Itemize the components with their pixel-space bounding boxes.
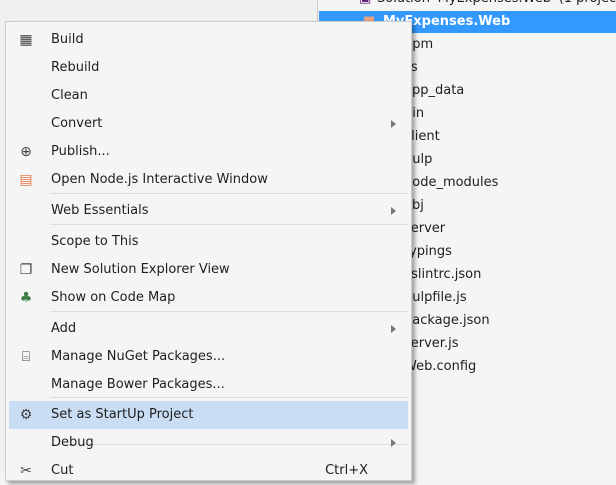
menu-item-label: Rebuild	[51, 60, 100, 75]
node-window-icon: ▤	[19, 172, 33, 188]
menu-item-label: Publish...	[51, 144, 110, 159]
menu-item-label: Open Node.js Interactive Window	[51, 172, 268, 187]
nuget-icon: ⌸	[21, 349, 31, 365]
menu-item-manage-nuget-packages[interactable]: ⌸ Manage NuGet Packages...	[9, 343, 408, 371]
code-map-icon: ♣	[19, 290, 33, 306]
menu-item-label: Set as StartUp Project	[51, 407, 194, 422]
menu-item-label: Scope to This	[51, 234, 139, 249]
context-menu: ▦ Build Rebuild Clean Convert ⊕ Publish... ▤ Ope…	[5, 21, 412, 481]
build-icon: ▦	[19, 32, 33, 48]
menu-item-label: Web Essentials	[51, 203, 149, 218]
menu-item-build[interactable]: ▦ Build	[9, 26, 408, 54]
menu-item-show-on-code-map[interactable]: ♣ Show on Code Map	[9, 284, 408, 312]
shortcut-label: Ctrl+X	[325, 463, 368, 478]
menu-item-scope-to-this[interactable]: Scope to This	[9, 228, 408, 256]
menu-item-label: Show on Code Map	[51, 290, 176, 305]
cut-icon: ✂	[20, 463, 32, 479]
menu-item-cut[interactable]: ✂ Cut Ctrl+X	[9, 457, 408, 485]
publish-icon: ⊕	[20, 144, 32, 160]
menu-item-add[interactable]: Add	[9, 315, 408, 343]
menu-item-label: Clean	[51, 88, 88, 103]
submenu-arrow-icon	[391, 120, 396, 128]
menu-item-label: Add	[51, 321, 77, 336]
gear-icon: ⚙	[19, 407, 33, 423]
menu-item-label: Build	[51, 32, 84, 47]
submenu-arrow-icon	[391, 207, 396, 215]
menu-item-open-node-js-interactive-window[interactable]: ▤ Open Node.js Interactive Window	[9, 166, 408, 194]
menu-item-manage-bower-packages[interactable]: Manage Bower Packages...	[9, 371, 408, 399]
submenu-arrow-icon	[391, 439, 396, 447]
submenu-arrow-icon	[391, 325, 396, 333]
menu-item-new-solution-explorer-view[interactable]: ❐ New Solution Explorer View	[9, 256, 408, 284]
menu-item-set-as-startup-project[interactable]: ⚙ Set as StartUp Project	[9, 401, 408, 429]
menu-item-web-essentials[interactable]: Web Essentials	[9, 197, 408, 225]
tree-item-solution[interactable]: ▣Solution 'MyExpenses.Web' (1 project)	[319, 0, 616, 10]
menu-item-rebuild[interactable]: Rebuild	[9, 54, 408, 82]
menu-item-label: Cut	[51, 463, 74, 478]
menu-item-convert[interactable]: Convert	[9, 110, 408, 138]
new-view-icon: ❐	[19, 262, 33, 278]
menu-item-label: Convert	[51, 116, 103, 131]
menu-item-publish[interactable]: ⊕ Publish...	[9, 138, 408, 166]
menu-item-clean[interactable]: Clean	[9, 82, 408, 110]
solution-icon: ▣	[359, 0, 371, 10]
menu-item-label: New Solution Explorer View	[51, 262, 230, 277]
menu-item-label: Debug	[51, 435, 94, 450]
menu-item-label: Manage Bower Packages...	[51, 377, 225, 392]
menu-item-label: Manage NuGet Packages...	[51, 349, 226, 364]
menu-item-debug[interactable]: Debug	[9, 429, 408, 457]
